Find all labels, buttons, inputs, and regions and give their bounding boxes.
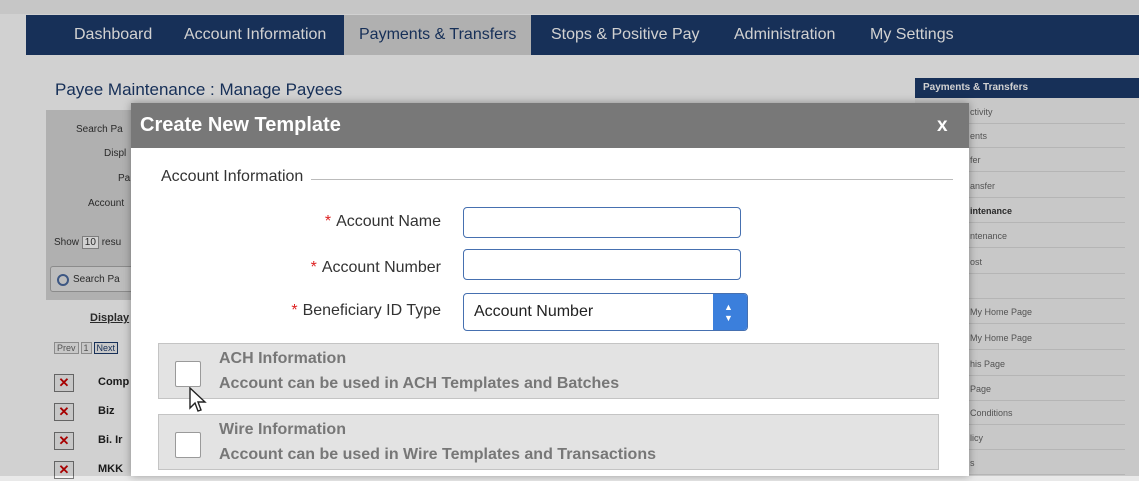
account-number-label-text: Account Number (321, 259, 441, 276)
account-name-input[interactable] (463, 207, 741, 238)
wire-checkbox[interactable] (175, 432, 201, 458)
modal-header: Create New Template x (131, 103, 969, 148)
required-marker: * (291, 302, 298, 319)
wire-information-option: Wire Information Account can be used in … (158, 414, 939, 470)
required-marker: * (310, 259, 317, 276)
beneficiary-id-type-value: Account Number (474, 303, 594, 320)
account-number-input[interactable] (463, 249, 741, 280)
wire-title: Wire Information (219, 421, 346, 438)
account-name-label-text: Account Name (336, 213, 441, 230)
beneficiary-id-type-label: * Beneficiary ID Type (141, 302, 441, 320)
account-name-label: * Account Name (141, 213, 441, 231)
account-number-label: * Account Number (141, 259, 441, 277)
modal-title: Create New Template (140, 114, 341, 136)
select-arrows-icon: ▲ ▼ (713, 294, 747, 330)
ach-checkbox[interactable] (175, 361, 201, 387)
ach-description: Account can be used in ACH Templates and… (219, 375, 620, 392)
section-title: Account Information (161, 168, 312, 186)
create-template-modal: Create New Template x Account Informatio… (131, 103, 969, 476)
app-window: Dashboard Account Information Payments &… (0, 0, 1139, 479)
wire-description: Account can be used in Wire Templates an… (219, 446, 656, 463)
mouse-pointer-icon (189, 387, 207, 412)
required-marker: * (324, 213, 332, 230)
beneficiary-id-type-label-text: Beneficiary ID Type (302, 302, 441, 319)
ach-title: ACH Information (219, 350, 347, 367)
close-icon[interactable]: x (937, 115, 948, 137)
ach-information-option: ACH Information Account can be used in A… (158, 343, 939, 399)
beneficiary-id-type-select[interactable]: Account Number ▲ ▼ (463, 293, 748, 331)
